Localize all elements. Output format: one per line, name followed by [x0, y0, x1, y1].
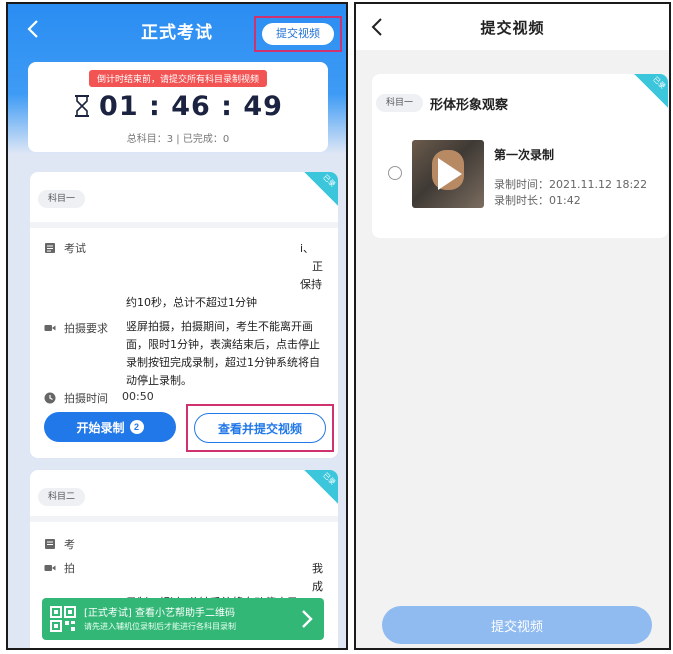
subject-name: 形体形象观察 — [430, 98, 509, 113]
requirement-label: 考试 — [64, 242, 86, 255]
shoot-requirement-label: 拍摄要求 — [64, 322, 108, 335]
back-arrow-icon[interactable] — [370, 16, 388, 38]
shoot-time-value: 00:50 — [122, 390, 154, 403]
text-fragment: 我 — [312, 562, 323, 575]
document-icon — [45, 539, 55, 549]
start-recording-button[interactable]: 开始录制 2 — [44, 412, 176, 442]
subject-pill: 科目二 — [38, 488, 86, 506]
submit-video-highlight: 提交视频 — [254, 16, 342, 52]
hourglass-icon — [75, 95, 90, 117]
submit-video-top-button[interactable]: 提交视频 — [262, 23, 334, 45]
subject-pill: 科目一 — [376, 94, 424, 112]
video-camera-icon — [44, 325, 56, 331]
chevron-right-icon — [302, 610, 313, 628]
select-recording-radio[interactable] — [388, 166, 402, 180]
start-recording-label: 开始录制 — [76, 420, 125, 435]
recording-title: 第一次录制 — [494, 148, 555, 162]
banner-subtitle: 请先进入辅机位录制后才能进行各科目录制 — [84, 622, 236, 631]
banner-title: [正式考试] 查看小艺帮助手二维码 — [84, 608, 235, 619]
subject-pill: 科目一 — [38, 190, 86, 208]
recorded-ribbon: 已录 — [304, 470, 338, 504]
recording-time: 录制时间：2021.11.12 18:22 — [494, 178, 648, 191]
exam-screen: 正式考试 提交视频 倒计时结束前，请提交所有科目录制视频 01 : 46 : 4… — [6, 2, 348, 650]
page-title: 正式考试 — [141, 22, 213, 43]
view-submit-highlight: 查看并提交视频 — [186, 404, 334, 452]
clock-icon — [44, 392, 56, 404]
countdown-value: 01 : 46 : 49 — [99, 90, 283, 122]
requirement-text: 约10秒，总计不超过1分钟 — [126, 296, 257, 309]
view-and-submit-button[interactable]: 查看并提交视频 — [194, 413, 326, 443]
text-fragment: i、 — [300, 242, 315, 255]
page-title: 提交视频 — [480, 18, 545, 37]
recording-duration: 录制时长：01:42 — [494, 194, 581, 207]
recorded-ribbon: 已录 — [304, 172, 338, 206]
shoot-requirement-row: 拍 — [44, 560, 75, 576]
subject-summary: 总科目：3 | 已完成：0 — [126, 134, 230, 145]
assistant-qr-banner[interactable]: [正式考试] 查看小艺帮助手二维码 请先进入辅机位录制后才能进行各科目录制 — [42, 598, 324, 640]
shoot-requirement-row: 拍摄要求 — [44, 320, 108, 336]
card-divider — [30, 222, 338, 228]
text-fragment: 成 — [312, 580, 323, 593]
qr-code-icon — [50, 606, 76, 632]
shoot-time-label: 拍摄时间 — [64, 392, 108, 405]
back-arrow-icon[interactable] — [26, 18, 46, 42]
recording-card: 已录 科目一 形体形象观察 第一次录制 录制时间：2021.11.12 18:2… — [372, 74, 668, 238]
countdown-card: 倒计时结束前，请提交所有科目录制视频 01 : 46 : 49 总科目：3 | … — [28, 62, 328, 152]
shoot-requirement-text: 竖屏拍摄，拍摄期间，考生不能离开画面，限时1分钟，表演结束后，点击停止录制按钮完… — [126, 320, 320, 387]
countdown-row: 01 : 46 : 49 — [28, 88, 328, 124]
shoot-time-row: 拍摄时间 00:50 — [44, 390, 154, 406]
submit-header: 提交视频 — [356, 4, 669, 50]
submit-video-button[interactable]: 提交视频 — [382, 606, 652, 644]
recorded-ribbon: 已录 — [634, 74, 668, 108]
requirement-row: 考试 — [44, 240, 86, 256]
video-camera-icon — [44, 565, 56, 571]
countdown-note: 倒计时结束前，请提交所有科目录制视频 — [88, 70, 268, 87]
subject-card-1: 已录 科目一 考试 i、 正 保持 约10秒，总计不超过1分钟 拍摄要求 竖屏拍… — [30, 172, 338, 458]
submit-video-screen: 提交视频 已录 科目一 形体形象观察 第一次录制 录制时间：2021.11.12… — [354, 2, 671, 650]
text-fragment: 保持 — [300, 278, 322, 291]
remaining-count-badge: 2 — [129, 420, 144, 434]
play-icon — [438, 158, 462, 190]
card-divider — [30, 516, 338, 522]
requirement-row: 考 — [44, 536, 75, 552]
document-icon — [45, 243, 55, 253]
text-fragment: 正 — [312, 260, 323, 273]
video-thumbnail[interactable] — [412, 140, 484, 208]
